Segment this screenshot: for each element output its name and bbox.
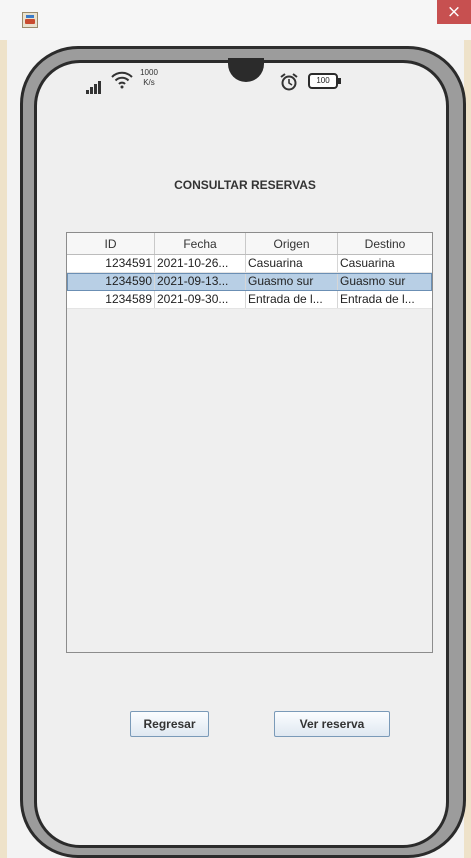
page-title: CONSULTAR RESERVAS <box>174 178 316 192</box>
table-row[interactable]: 1234591 2021-10-26... Casuarina Casuarin… <box>67 255 432 273</box>
column-header-destino[interactable]: Destino <box>338 233 432 254</box>
network-speed-unit: K/s <box>143 78 155 87</box>
window-frame-left <box>0 40 7 858</box>
window-titlebar: × <box>0 0 471 40</box>
network-speed-value: 1000 <box>140 68 158 77</box>
network-speed: 1000 K/s <box>136 68 162 88</box>
cell-id: 1234591 <box>67 255 155 272</box>
cell-fecha: 2021-10-26... <box>155 255 246 272</box>
back-button[interactable]: Regresar <box>130 711 209 737</box>
cell-origen: Entrada de l... <box>246 291 338 308</box>
reservations-table[interactable]: ID Fecha Origen Destino 1234591 2021-10-… <box>66 232 433 653</box>
table-row[interactable]: 1234589 2021-09-30... Entrada de l... En… <box>67 291 432 309</box>
table-body: 1234591 2021-10-26... Casuarina Casuarin… <box>67 255 432 309</box>
cell-id: 1234589 <box>67 291 155 308</box>
cell-origen: Casuarina <box>246 255 338 272</box>
cell-fecha: 2021-09-13... <box>155 273 246 290</box>
column-header-origen[interactable]: Origen <box>246 233 338 254</box>
close-button[interactable]: × <box>437 0 471 24</box>
java-app-icon <box>22 12 38 28</box>
table-header: ID Fecha Origen Destino <box>67 233 432 255</box>
cell-fecha: 2021-09-30... <box>155 291 246 308</box>
cell-destino: Entrada de l... <box>340 292 415 306</box>
view-reservation-button[interactable]: Ver reserva <box>274 711 390 737</box>
cell-destino: Guasmo sur <box>340 274 406 288</box>
table-row-selected[interactable]: 1234590 2021-09-13... Guasmo sur Guasmo … <box>67 273 432 291</box>
signal-icon <box>86 81 101 94</box>
cell-destino: Casuarina <box>340 256 395 270</box>
battery-indicator: 100 <box>308 73 341 89</box>
cell-id: 1234590 <box>67 273 155 290</box>
column-header-id[interactable]: ID <box>67 233 155 254</box>
alarm-clock-icon <box>280 73 298 91</box>
cell-origen: Guasmo sur <box>246 273 338 290</box>
wifi-icon <box>111 71 133 89</box>
column-header-fecha[interactable]: Fecha <box>155 233 246 254</box>
